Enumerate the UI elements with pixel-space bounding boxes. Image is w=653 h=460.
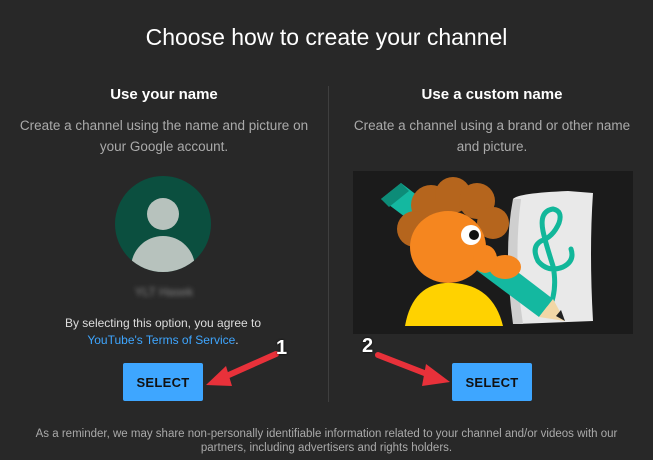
annotation-arrow-1-icon bbox=[206, 351, 279, 386]
use-your-name-heading: Use your name bbox=[110, 86, 218, 103]
use-custom-name-heading: Use a custom name bbox=[421, 86, 563, 103]
column-divider bbox=[328, 86, 329, 402]
data-sharing-reminder: As a reminder, we may share non-personal… bbox=[35, 428, 618, 454]
use-custom-name-description: Create a channel using a brand or other … bbox=[353, 118, 631, 154]
annotation-arrow-2-icon bbox=[375, 352, 450, 386]
use-your-name-description: Create a channel using the name and pict… bbox=[19, 118, 309, 154]
artist-drawing-illustration-icon bbox=[381, 177, 593, 326]
annotation-marker-2: 2 bbox=[362, 335, 374, 357]
account-name-blurred: YLT Hasek bbox=[134, 285, 194, 299]
avatar-head-icon bbox=[147, 198, 179, 230]
custom-name-illustration bbox=[353, 171, 633, 334]
terms-of-service-link[interactable]: YouTube's Terms of Service bbox=[87, 333, 235, 347]
annotation-marker-1: 1 bbox=[276, 337, 288, 359]
select-your-name-button[interactable]: SELECT bbox=[123, 363, 203, 401]
select-custom-name-button[interactable]: SELECT bbox=[452, 363, 532, 401]
avatar bbox=[115, 176, 211, 272]
avatar-body-icon bbox=[131, 236, 195, 272]
page-title: Choose how to create your channel bbox=[145, 24, 508, 50]
use-your-name-option: Use your name Create a channel using the… bbox=[18, 86, 310, 157]
terms-suffix: . bbox=[235, 333, 239, 347]
terms-agreement-text: By selecting this option, you agree to bbox=[64, 316, 262, 330]
use-custom-name-option: Use a custom name Create a channel using… bbox=[346, 86, 638, 157]
terms-agreement: By selecting this option, you agree to Y… bbox=[40, 315, 286, 349]
